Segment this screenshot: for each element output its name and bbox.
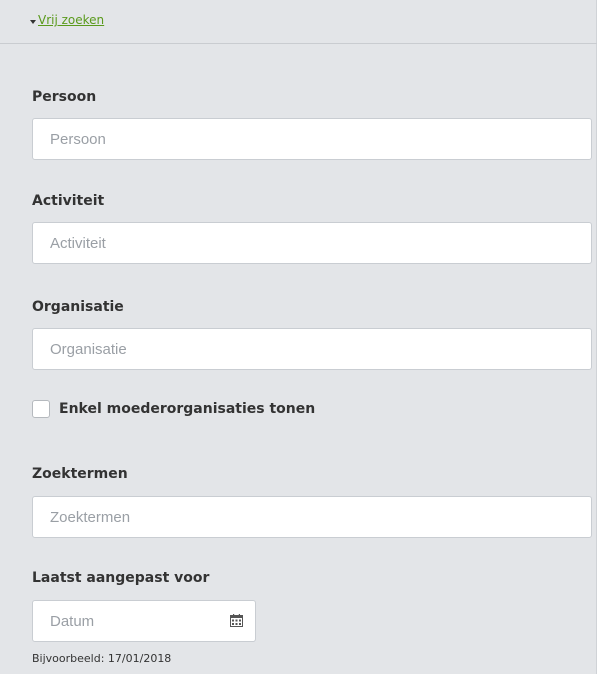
persoon-label: Persoon <box>32 89 97 105</box>
calendar-icon[interactable] <box>230 614 243 627</box>
activiteit-label: Activiteit <box>32 193 105 209</box>
parent-organisations-checkbox-label[interactable]: Enkel moederorganisaties tonen <box>59 401 315 417</box>
last-modified-date-field[interactable] <box>32 600 256 642</box>
date-format-hint: Bijvoorbeeld: 17/01/2018 <box>32 652 172 665</box>
parent-organisations-option[interactable]: Enkel moederorganisaties tonen <box>32 400 315 418</box>
last-modified-label: Laatst aangepast voor <box>32 570 210 586</box>
zoektermen-label: Zoektermen <box>32 466 128 482</box>
free-search-toggle[interactable]: Vrij zoeken <box>30 10 104 30</box>
zoektermen-input[interactable] <box>32 496 592 538</box>
header-divider <box>0 43 597 44</box>
activiteit-input[interactable] <box>32 222 592 264</box>
last-modified-date-input[interactable] <box>33 601 223 641</box>
persoon-input[interactable] <box>32 118 592 160</box>
organisatie-label: Organisatie <box>32 299 124 315</box>
free-search-toggle-label[interactable]: Vrij zoeken <box>38 13 104 27</box>
search-panel: Vrij zoeken Persoon Activiteit Organisat… <box>0 0 597 674</box>
caret-down-icon <box>30 19 36 24</box>
parent-organisations-checkbox[interactable] <box>32 400 50 418</box>
organisatie-input[interactable] <box>32 328 592 370</box>
